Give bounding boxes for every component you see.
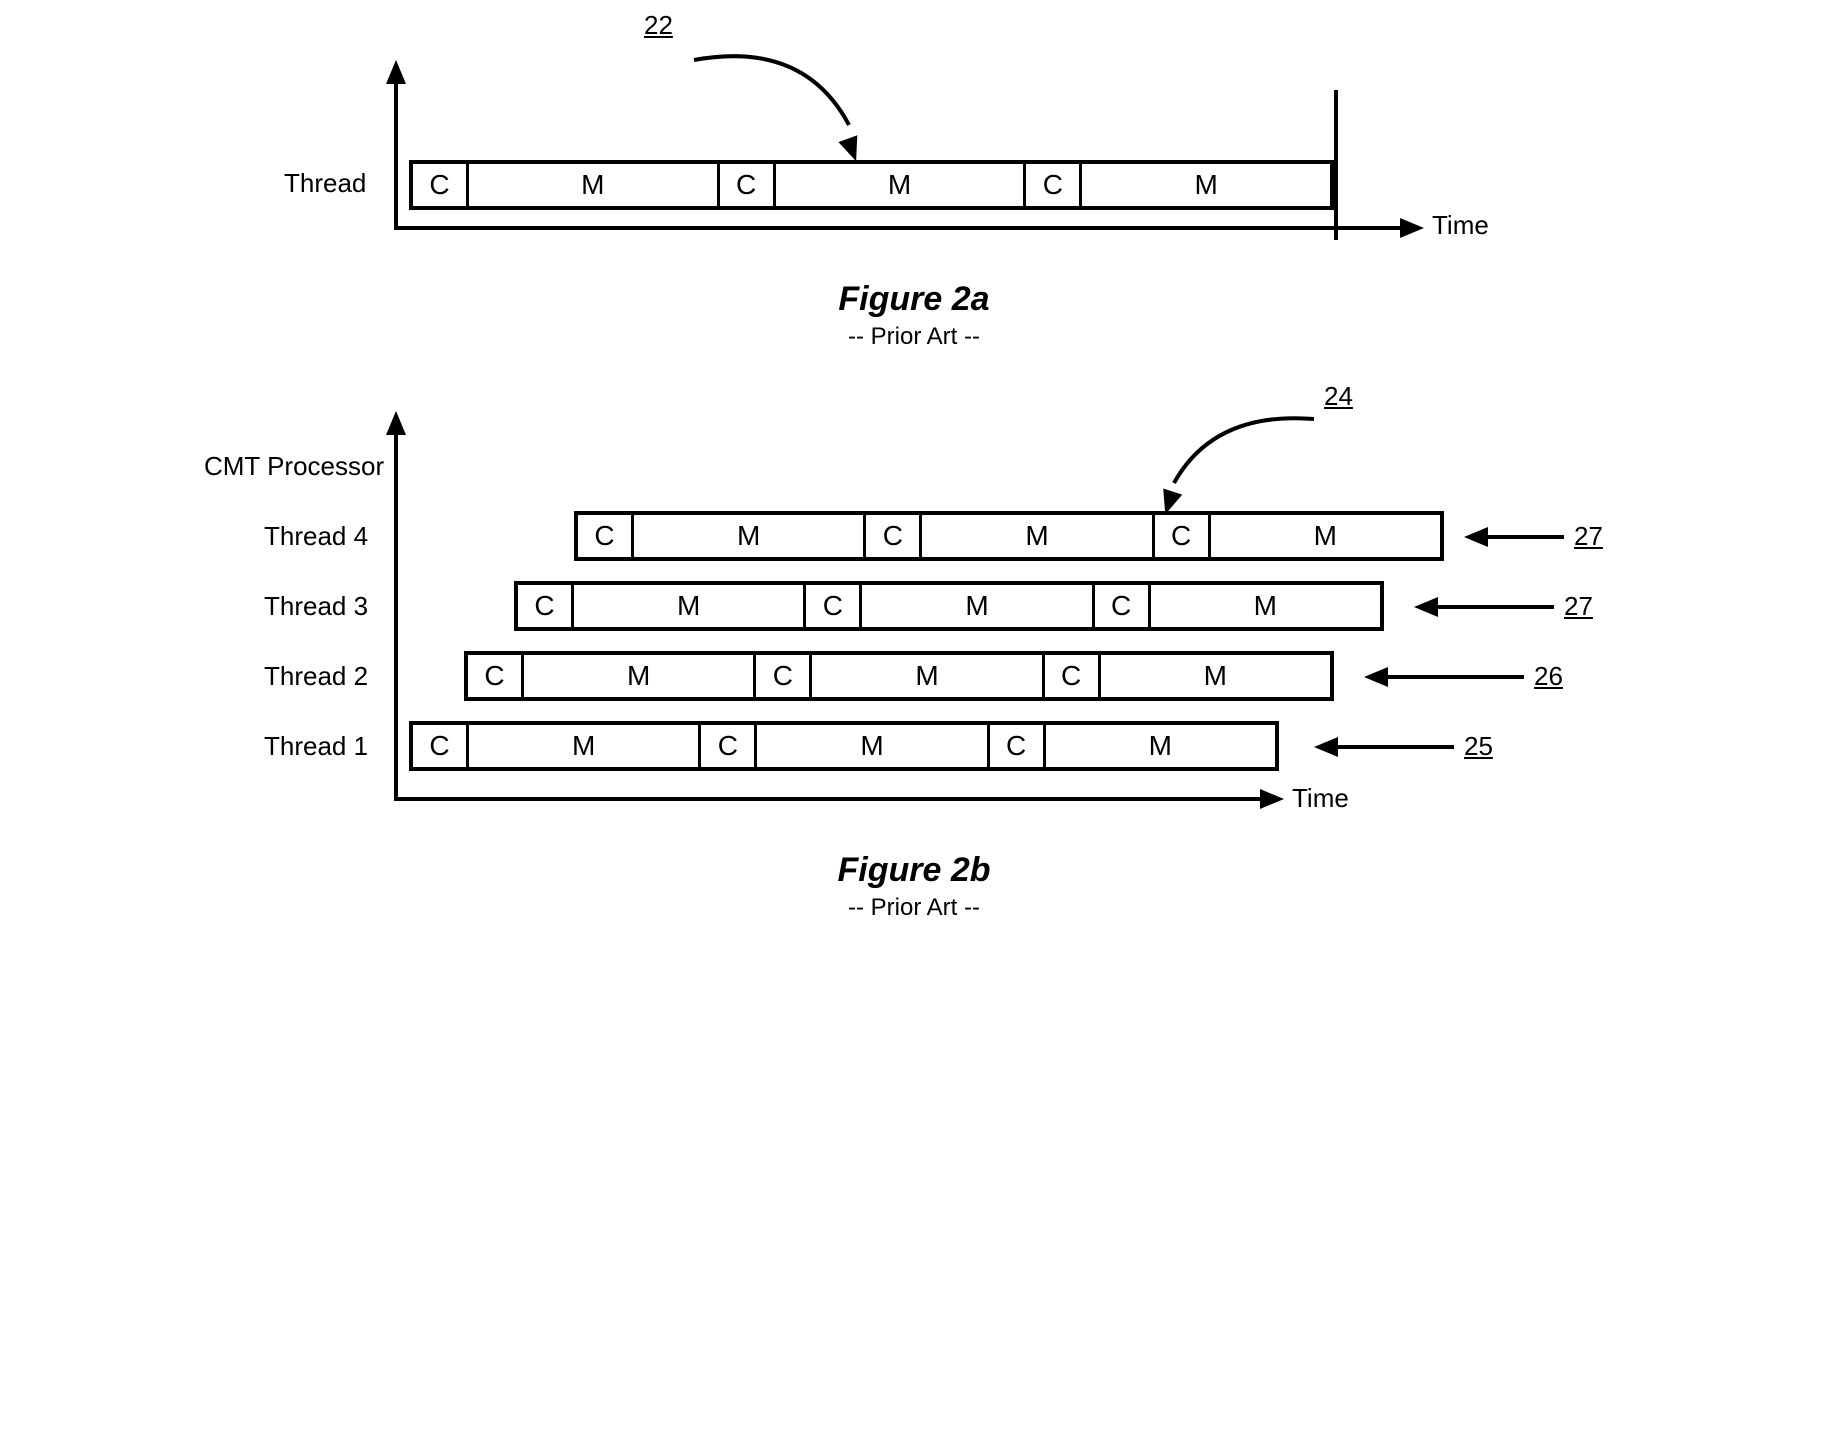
fig2a-x-label: Time [1432, 210, 1489, 241]
seg-m: M [469, 725, 701, 767]
seg-m: M [469, 164, 720, 206]
arrowhead-right-icon [1260, 789, 1284, 809]
fig2a-ref-label: 22 [644, 10, 673, 41]
seg-c: C [866, 515, 922, 557]
seg-c: C [1155, 515, 1211, 557]
figure-2a: 22 Thread C M C M C M Time Figure 2a -- … [214, 40, 1614, 351]
fig2b-thread3-bar: C M C M C M [514, 581, 1384, 631]
figure-2b: 24 CMT Processor Thread 4 Thread 3 Threa… [214, 411, 1614, 922]
fig2a-title: Figure 2a [214, 280, 1614, 319]
fig2b-thread1-label: Thread 1 [264, 731, 368, 762]
fig2b-y-axis [394, 431, 398, 801]
fig2b-thread1-bar: C M C M C M [409, 721, 1279, 771]
seg-m: M [922, 515, 1154, 557]
arrowhead-up-icon [386, 60, 406, 84]
seg-m: M [574, 585, 806, 627]
ref-arrow-line [1334, 745, 1454, 749]
seg-m: M [524, 655, 756, 697]
seg-m: M [776, 164, 1027, 206]
fig2b-thread2-bar: C M C M C M [464, 651, 1334, 701]
seg-m: M [1151, 585, 1380, 627]
fig2a-thread-bar: C M C M C M [409, 160, 1334, 210]
seg-c: C [990, 725, 1046, 767]
fig2b-thread4-label: Thread 4 [264, 521, 368, 552]
seg-c: C [1026, 164, 1082, 206]
ref-arrow-line [1434, 605, 1554, 609]
seg-c: C [413, 164, 469, 206]
seg-m: M [757, 725, 989, 767]
fig2b-thread3-label: Thread 3 [264, 591, 368, 622]
fig2a-subtitle: -- Prior Art -- [214, 323, 1614, 351]
fig2a-thread-label: Thread [284, 168, 366, 199]
fig2a-end-marker [1334, 90, 1338, 240]
arrowhead-up-icon [386, 411, 406, 435]
seg-c: C [806, 585, 862, 627]
fig2b-subtitle: -- Prior Art -- [214, 894, 1614, 922]
fig2b-title: Figure 2b [214, 851, 1614, 890]
fig2b-thread4-ref: 27 [1574, 521, 1603, 552]
fig2b-thread1-ref: 25 [1464, 731, 1493, 762]
fig2b-chart: CMT Processor Thread 4 Thread 3 Thread 2… [214, 411, 1614, 831]
seg-c: C [720, 164, 776, 206]
seg-c: C [578, 515, 634, 557]
seg-c: C [468, 655, 524, 697]
fig2a-x-axis [394, 226, 1404, 230]
fig2a-chart: 22 Thread C M C M C M Time [214, 40, 1614, 260]
seg-c: C [756, 655, 812, 697]
seg-c: C [1095, 585, 1151, 627]
fig2b-thread4-bar: C M C M C M [574, 511, 1444, 561]
seg-m: M [1211, 515, 1440, 557]
fig2b-x-label: Time [1292, 783, 1349, 814]
fig2b-thread3-ref: 27 [1564, 591, 1593, 622]
seg-m: M [1046, 725, 1275, 767]
fig2b-x-axis [394, 797, 1264, 801]
seg-m: M [812, 655, 1044, 697]
fig2b-thread2-label: Thread 2 [264, 661, 368, 692]
seg-m: M [1101, 655, 1330, 697]
fig2b-thread2-ref: 26 [1534, 661, 1563, 692]
ref-arrow-line [1384, 675, 1524, 679]
fig2a-y-axis [394, 80, 398, 230]
fig2b-header-label: CMT Processor [204, 451, 384, 482]
seg-m: M [634, 515, 866, 557]
arrowhead-right-icon [1400, 218, 1424, 238]
seg-c: C [1045, 655, 1101, 697]
seg-m: M [862, 585, 1094, 627]
seg-c: C [413, 725, 469, 767]
seg-c: C [701, 725, 757, 767]
seg-c: C [518, 585, 574, 627]
ref-arrow-line [1484, 535, 1564, 539]
seg-m: M [1082, 164, 1330, 206]
